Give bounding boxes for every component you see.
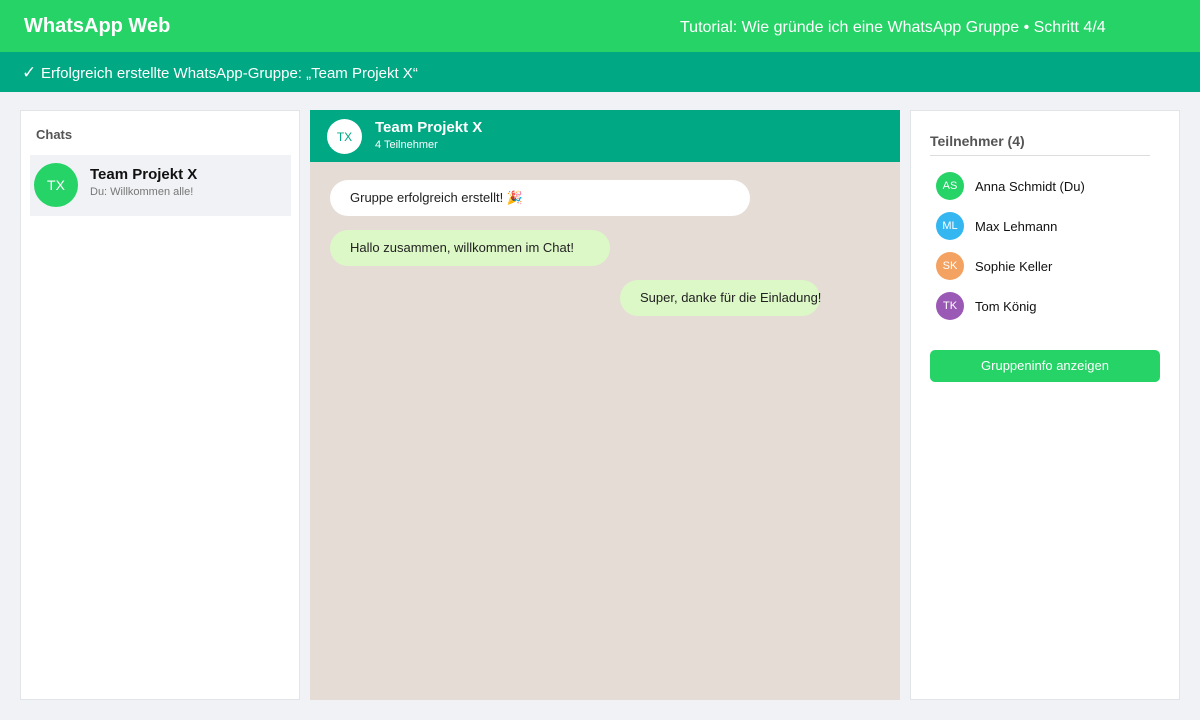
participant-name: Tom König [975,299,1037,314]
participant-name: Max Lehmann [975,219,1058,234]
participant-avatar: ML [936,212,964,240]
top-bar: WhatsApp Web Tutorial: Wie gründe ich ei… [0,0,1200,52]
participant-count: 4 Teilnehmer [375,139,438,151]
checkmark-icon: ✓ [22,63,37,82]
participant-item[interactable]: SK Sophie Keller [936,252,1166,280]
chat-item-name: Team Projekt X [90,166,198,183]
group-avatar: TX [34,163,78,207]
conversation-header[interactable]: TX Team Projekt X 4 Teilnehmer [310,110,900,162]
app-brand: WhatsApp Web [24,15,171,37]
chat-item-preview: Du: Willkommen alle! [90,186,194,198]
group-info-button[interactable]: Gruppeninfo anzeigen [930,350,1160,382]
participant-avatar: AS [936,172,964,200]
incoming-message-bubble: Hallo zusammen, willkommen im Chat! [330,230,610,266]
chat-list-panel: Chats TX Team Projekt X Du: Willkommen a… [20,110,300,700]
outgoing-message-bubble: Super, danke für die Einladung! [620,280,821,316]
participant-name: Anna Schmidt (Du) [975,179,1085,194]
participant-avatar: SK [936,252,964,280]
conversation-title: Team Projekt X [375,119,483,136]
divider [930,155,1150,156]
participant-name: Sophie Keller [975,259,1053,274]
success-message: Erfolgreich erstellte WhatsApp-Gruppe: „… [41,65,418,82]
conversation-panel: TX Team Projekt X 4 Teilnehmer Gruppe er… [310,110,900,700]
participants-header: Teilnehmer (4) [930,133,1025,149]
participant-avatar: TK [936,292,964,320]
success-banner: ✓ Erfolgreich erstellte WhatsApp-Gruppe:… [0,52,1200,92]
participant-item[interactable]: ML Max Lehmann [936,212,1166,240]
system-message-bubble: Gruppe erfolgreich erstellt! 🎉 [330,180,750,216]
chat-list-header: Chats [36,127,73,142]
participant-item[interactable]: AS Anna Schmidt (Du) [936,172,1166,200]
participant-item[interactable]: TK Tom König [936,292,1166,320]
tutorial-step-label: Tutorial: Wie gründe ich eine WhatsApp G… [680,19,1106,36]
participants-panel: Teilnehmer (4) AS Anna Schmidt (Du) ML M… [910,110,1180,700]
group-avatar[interactable]: TX [327,119,362,154]
chat-list-item[interactable]: TX Team Projekt X Du: Willkommen alle! [30,155,291,216]
